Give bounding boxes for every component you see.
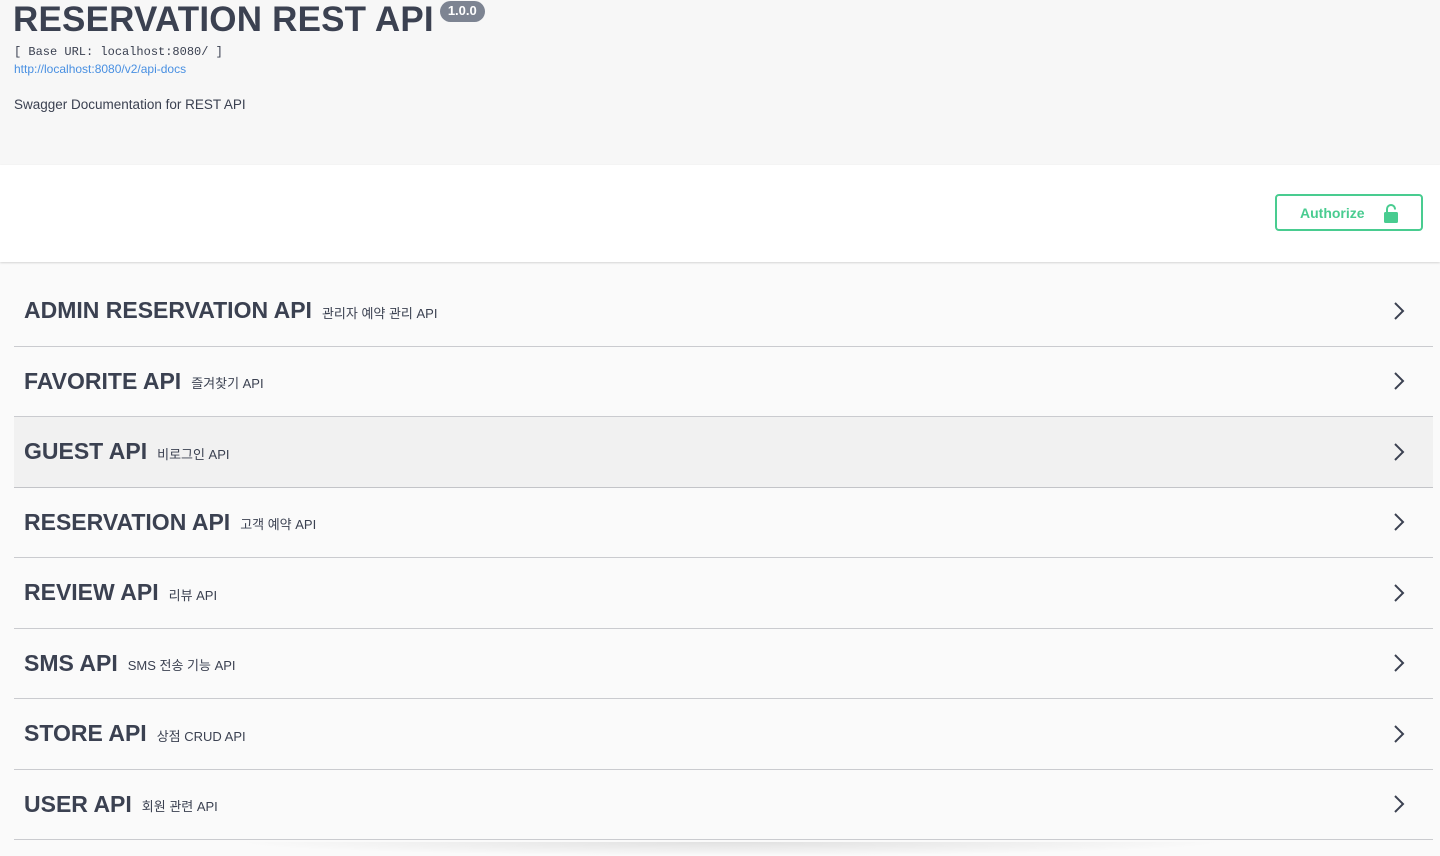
tag-section-favorite[interactable]: FAVORITE API 즐겨찾기 API: [14, 347, 1433, 417]
authorize-button[interactable]: Authorize: [1275, 194, 1423, 231]
tag-section-user[interactable]: USER API 회원 관련 API: [14, 770, 1433, 840]
tag-section-review[interactable]: REVIEW API 리뷰 API: [14, 558, 1433, 629]
tag-description: 비로그인 API: [157, 446, 230, 462]
chevron-right-icon: [1394, 725, 1405, 743]
api-info: RESERVATION REST API 1.0.0 [ Base URL: l…: [0, 0, 1440, 165]
base-url: [ Base URL: localhost:8080/ ]: [14, 45, 223, 59]
bottom-shadow: [230, 842, 1230, 856]
tag-section-reservation[interactable]: RESERVATION API 고객 예약 API: [14, 488, 1433, 558]
api-description: Swagger Documentation for REST API: [14, 97, 246, 112]
scheme-container: Authorize: [0, 165, 1440, 262]
chevron-right-icon: [1394, 584, 1405, 602]
tag-section-store[interactable]: STORE API 상점 CRUD API: [14, 699, 1433, 770]
tag-description: SMS 전송 기능 API: [127, 658, 236, 674]
tag-name: ADMIN RESERVATION API: [24, 297, 312, 324]
chevron-right-icon: [1394, 443, 1405, 461]
tag-name: USER API: [24, 790, 132, 817]
tag-section-guest[interactable]: GUEST API 비로그인 API: [14, 417, 1433, 488]
chevron-right-icon: [1394, 654, 1405, 672]
chevron-right-icon: [1394, 372, 1405, 390]
tag-description: 즐겨찾기 API: [191, 376, 264, 392]
chevron-right-icon: [1394, 513, 1405, 531]
tag-description: 상점 CRUD API: [156, 728, 246, 744]
tag-description: 회원 관련 API: [141, 799, 218, 815]
tag-name: RESERVATION API: [24, 508, 231, 535]
authorize-label: Authorize: [1300, 204, 1365, 221]
api-title: RESERVATION REST API: [13, 0, 434, 39]
tag-name: SMS API: [24, 649, 118, 676]
tag-name: REVIEW API: [24, 579, 159, 606]
api-docs-link[interactable]: http://localhost:8080/v2/api-docs: [14, 62, 186, 76]
tag-description: 고객 예약 API: [240, 517, 317, 533]
tag-name: GUEST API: [24, 438, 148, 465]
tag-section-sms[interactable]: SMS API SMS 전송 기능 API: [14, 629, 1433, 699]
tag-name: STORE API: [24, 720, 147, 747]
version-badge: 1.0.0: [439, 1, 485, 22]
tag-section-admin-reservation[interactable]: ADMIN RESERVATION API 관리자 예약 관리 API: [14, 276, 1433, 347]
chevron-right-icon: [1394, 302, 1405, 320]
lock-icon: [1384, 204, 1398, 223]
tag-description: 리뷰 API: [168, 587, 218, 603]
tag-list: ADMIN RESERVATION API 관리자 예약 관리 API FAVO…: [14, 276, 1433, 840]
title-row: RESERVATION REST API 1.0.0: [13, 0, 485, 40]
tag-description: 관리자 예약 관리 API: [321, 305, 438, 321]
chevron-right-icon: [1394, 795, 1405, 813]
tag-name: FAVORITE API: [24, 367, 182, 394]
